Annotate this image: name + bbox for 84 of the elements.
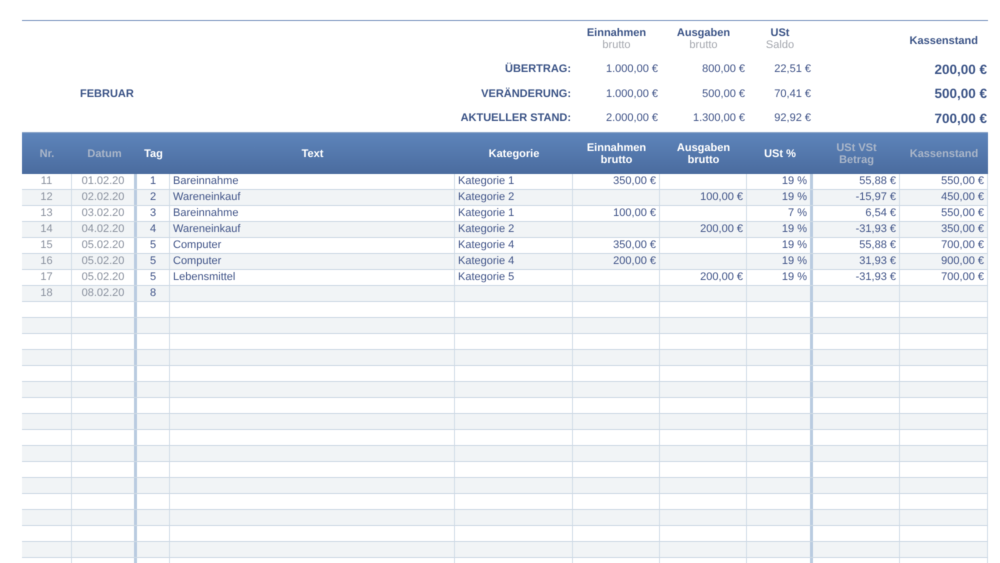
- table-cell: 31,93 €: [813, 254, 900, 269]
- column-title: Einnahmen: [586, 27, 646, 39]
- summary-value: 70,41 €: [774, 88, 812, 100]
- table-cell: Bareinnahme: [170, 174, 455, 189]
- table-cell: 700,00 €: [900, 238, 988, 253]
- table-cell: 5: [137, 270, 170, 285]
- table-cell: 900,00 €: [900, 254, 988, 269]
- column-header: Tag: [143, 146, 164, 162]
- column-header: USt %: [763, 146, 797, 162]
- table-cell: 350,00 €: [573, 174, 660, 189]
- column-title: USt: [770, 27, 790, 39]
- table-cell: 6,54 €: [813, 206, 900, 221]
- summary-value: 92,92 €: [774, 112, 812, 124]
- table-cell: Wareneinkauf: [170, 190, 455, 205]
- column-title: Ausgaben: [676, 27, 730, 39]
- table-cell: 200,00 €: [573, 254, 660, 269]
- column-subtitle: Saldo: [766, 39, 794, 51]
- month-label: FEBRUAR: [79, 88, 135, 100]
- summary-label: VERÄNDERUNG:: [481, 88, 572, 100]
- table-cell: 8: [137, 286, 170, 301]
- table-cell: 12: [22, 190, 72, 205]
- table-cell: 100,00 €: [660, 190, 747, 205]
- table-cell: 14: [22, 222, 72, 237]
- table-cell: 15: [22, 238, 72, 253]
- table-cell: 18: [22, 286, 72, 301]
- table-cell: 13: [22, 206, 72, 221]
- table-cell: 55,88 €: [813, 238, 900, 253]
- summary-value: 2.000,00 €: [606, 112, 659, 124]
- table-cell: Computer: [170, 254, 455, 269]
- table-cell: 3: [137, 206, 170, 221]
- table-cell: 100,00 €: [573, 206, 660, 221]
- summary-value: 1.300,00 €: [693, 112, 746, 124]
- column-header: Ausgaben brutto: [676, 140, 732, 168]
- column-subtitle: brutto: [602, 39, 631, 51]
- column-header: USt VSt Betrag: [835, 140, 878, 168]
- table-cell: Kategorie 4: [455, 254, 573, 269]
- table-cell: 5: [137, 238, 170, 253]
- balance-value: 500,00 €: [934, 86, 988, 101]
- table-cell: Lebensmittel: [170, 270, 455, 285]
- table-cell: 11: [22, 174, 72, 189]
- table-cell: 5: [137, 254, 170, 269]
- table-cell: Kategorie 1: [455, 174, 573, 189]
- table-cell: 350,00 €: [900, 222, 988, 237]
- table-cell: 550,00 €: [900, 174, 988, 189]
- balance-value: 700,00 €: [934, 110, 988, 126]
- table-cell: -15,97 €: [813, 190, 900, 205]
- table-cell: -31,93 €: [813, 222, 900, 237]
- table-cell: 1: [137, 174, 170, 189]
- summary-value: 1.000,00 €: [606, 88, 659, 100]
- table-cell: 55,88 €: [813, 174, 900, 189]
- column-header: Einnahmen brutto: [586, 140, 648, 168]
- column-header: Kategorie: [488, 146, 540, 162]
- table-cell: 16: [22, 254, 72, 269]
- column-header: Kassenstand: [908, 146, 980, 162]
- table-cell: 4: [137, 222, 170, 237]
- summary-value: 500,00 €: [702, 88, 746, 100]
- table-cell: Kategorie 5: [455, 270, 573, 285]
- summary-value: 22,51 €: [774, 63, 812, 75]
- summary-label: ÜBERTRAG:: [505, 63, 572, 75]
- column-header: Nr.: [38, 146, 56, 162]
- table-cell: 17: [22, 270, 72, 285]
- table-cell: Wareneinkauf: [170, 222, 455, 237]
- table-cell: Kategorie 4: [455, 238, 573, 253]
- summary-value: 800,00 €: [702, 63, 746, 75]
- column-subtitle: brutto: [689, 39, 718, 51]
- table-cell: 200,00 €: [660, 222, 747, 237]
- column-title: Kassenstand: [910, 35, 979, 47]
- balance-value: 200,00 €: [934, 62, 988, 76]
- table-cell: 2: [137, 190, 170, 205]
- table-cell: Bareinnahme: [170, 206, 455, 221]
- column-header: Datum: [86, 146, 123, 162]
- summary-label: AKTUELLER STAND:: [460, 112, 572, 124]
- table-cell: 550,00 €: [900, 206, 988, 221]
- table-cell: Computer: [170, 238, 455, 253]
- table-cell: 450,00 €: [900, 190, 988, 205]
- table-cell: 700,00 €: [900, 270, 988, 285]
- table-cell: Kategorie 2: [455, 222, 573, 237]
- column-header: Text: [300, 146, 324, 162]
- table-cell: 350,00 €: [573, 238, 660, 253]
- table-cell: -31,93 €: [813, 270, 900, 285]
- table-cell: Kategorie 1: [455, 206, 573, 221]
- summary-value: 1.000,00 €: [606, 63, 659, 75]
- table-cell: 200,00 €: [660, 270, 747, 285]
- table-cell: Kategorie 2: [455, 190, 573, 205]
